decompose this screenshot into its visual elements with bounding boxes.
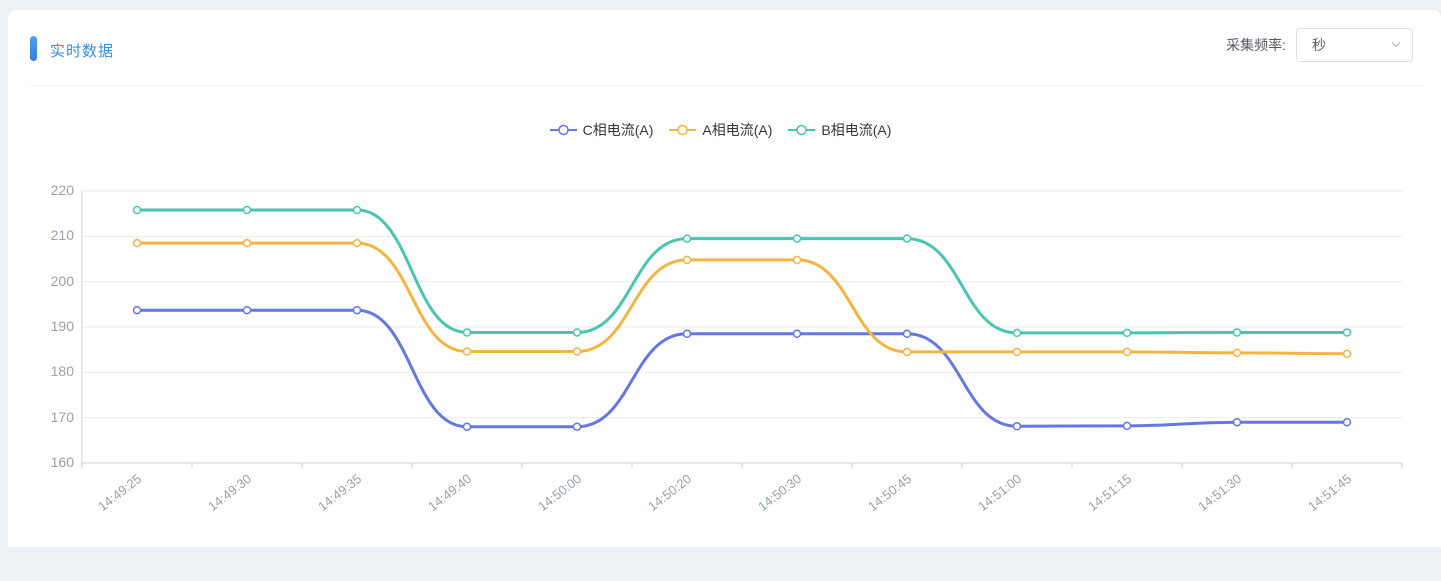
data-point [1014, 423, 1021, 430]
data-point [1234, 419, 1241, 426]
data-point [1124, 422, 1131, 429]
y-axis-label: 180 [20, 363, 74, 379]
y-axis-label: 160 [20, 454, 74, 470]
data-point [684, 330, 691, 337]
data-point [354, 207, 361, 214]
data-point [1234, 329, 1241, 336]
data-point [464, 329, 471, 336]
data-point [1124, 329, 1131, 336]
data-point [464, 348, 471, 355]
chart-area: C相电流(A)A相电流(A)B相电流(A) 160170180190200210… [0, 0, 1441, 547]
y-axis-label: 170 [20, 409, 74, 425]
series-line-A相电流(A) [137, 243, 1347, 354]
chart-canvas[interactable] [0, 0, 1441, 547]
data-point [134, 240, 141, 247]
data-point [684, 235, 691, 242]
data-point [134, 207, 141, 214]
data-point [904, 348, 911, 355]
data-point [1124, 348, 1131, 355]
y-axis-label: 220 [20, 182, 74, 198]
y-axis-label: 200 [20, 273, 74, 289]
series-line-B相电流(A) [137, 210, 1347, 333]
data-point [1234, 349, 1241, 356]
data-point [134, 307, 141, 314]
data-point [904, 235, 911, 242]
data-point [244, 307, 251, 314]
data-point [684, 256, 691, 263]
data-point [574, 348, 581, 355]
data-point [244, 240, 251, 247]
data-point [574, 329, 581, 336]
data-point [354, 240, 361, 247]
data-point [1344, 419, 1351, 426]
data-point [1014, 329, 1021, 336]
data-point [574, 423, 581, 430]
data-point [464, 423, 471, 430]
data-point [794, 256, 801, 263]
y-axis-label: 210 [20, 227, 74, 243]
data-point [794, 235, 801, 242]
series-line-C相电流(A) [137, 310, 1347, 427]
data-point [244, 207, 251, 214]
data-point [1344, 350, 1351, 357]
data-point [794, 330, 801, 337]
data-point [1344, 329, 1351, 336]
data-point [354, 307, 361, 314]
data-point [1014, 348, 1021, 355]
data-point [904, 330, 911, 337]
y-axis-label: 190 [20, 318, 74, 334]
